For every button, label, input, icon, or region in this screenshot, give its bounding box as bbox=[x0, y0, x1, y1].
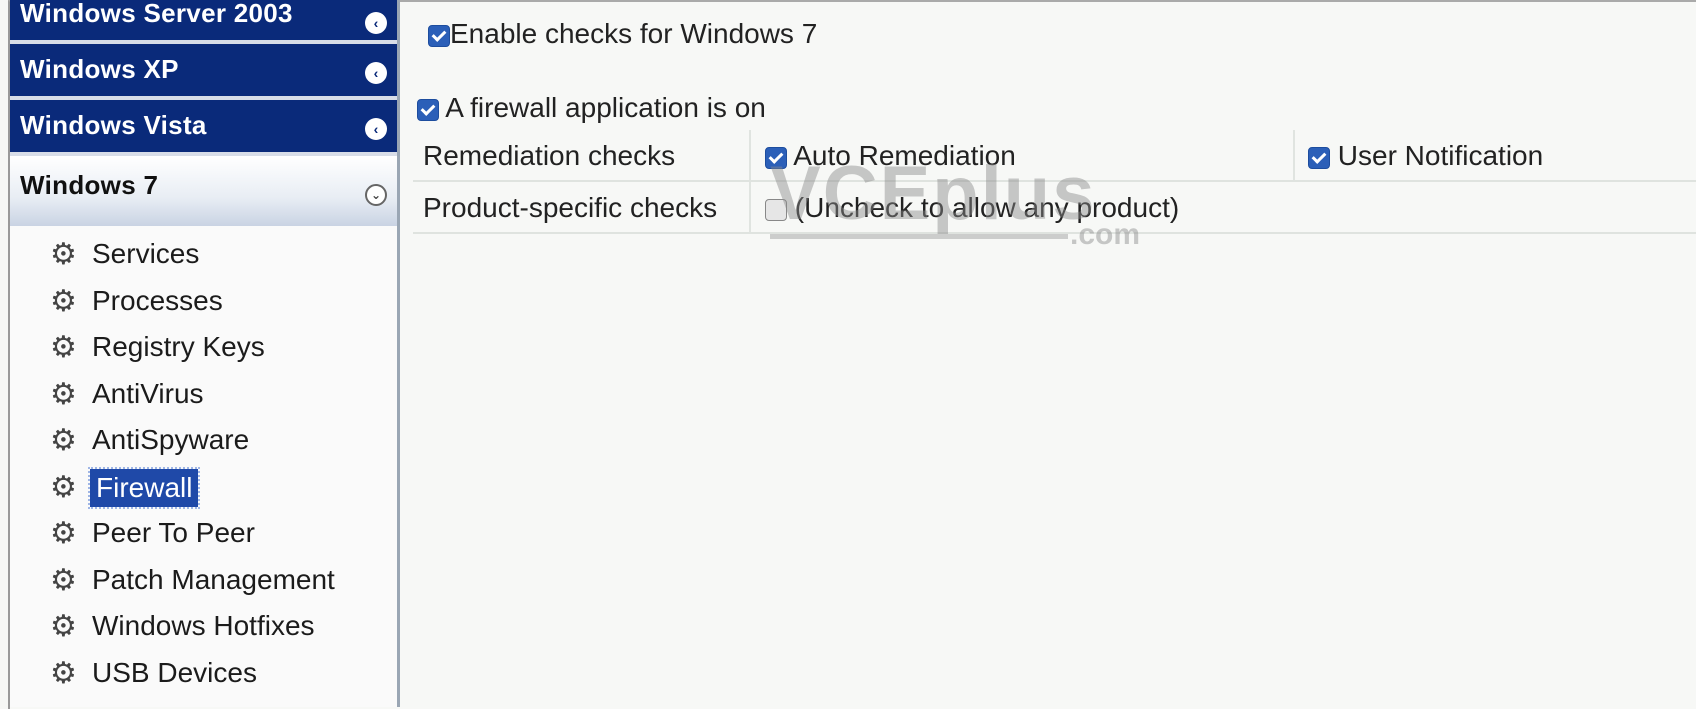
sidebar-item-usb-devices[interactable]: ⚙ USB Devices bbox=[10, 653, 397, 700]
sidebar-item-label: USB Devices bbox=[92, 656, 257, 688]
auto-remediation-checkbox[interactable] bbox=[765, 146, 787, 169]
user-notification-label: User Notification bbox=[1337, 140, 1544, 171]
expand-arrow-icon[interactable]: ‹ bbox=[365, 62, 387, 84]
os-header-windows-7[interactable]: Windows 7 ⌄ bbox=[10, 156, 397, 226]
firewall-check-options-table: Remediation checks Auto Remediation User… bbox=[413, 130, 1696, 242]
expand-arrow-icon[interactable]: ‹ bbox=[365, 118, 387, 140]
sidebar-item-registry-keys[interactable]: ⚙ Registry Keys bbox=[10, 327, 397, 374]
sidebar-item-label: Processes bbox=[92, 284, 223, 316]
gear-icon: ⚙ bbox=[50, 563, 77, 597]
gear-icon: ⚙ bbox=[50, 377, 77, 411]
gear-icon: ⚙ bbox=[50, 470, 77, 504]
firewall-settings-panel: Enable checks for Windows 7 A firewall a… bbox=[403, 0, 1696, 707]
column-divider bbox=[749, 130, 751, 180]
sidebar-item-label: Registry Keys bbox=[92, 331, 265, 362]
sidebar-item-label: AntiVirus bbox=[92, 377, 204, 409]
user-notification-option: User Notification bbox=[1308, 140, 1543, 172]
user-notification-checkbox[interactable] bbox=[1308, 146, 1330, 169]
sidebar-item-services[interactable]: ⚙ Services bbox=[10, 234, 397, 281]
sidebar-item-label: Peer To Peer bbox=[92, 517, 255, 548]
sidebar-item-antivirus[interactable]: ⚙ AntiVirus bbox=[10, 374, 397, 421]
uncheck-any-product-label: (Uncheck to allow any product) bbox=[794, 192, 1180, 223]
product-specific-checks-row: Product-specific checks (Uncheck to allo… bbox=[413, 182, 1696, 234]
remediation-checks-row: Remediation checks Auto Remediation User… bbox=[413, 130, 1696, 182]
sidebar-item-label: Windows Hotfixes bbox=[92, 610, 315, 641]
sidebar-item-windows-hotfixes[interactable]: ⚙ Windows Hotfixes bbox=[10, 606, 397, 653]
sidebar-item-peer-to-peer[interactable]: ⚙ Peer To Peer bbox=[10, 513, 397, 560]
gear-icon: ⚙ bbox=[50, 331, 77, 364]
gear-icon: ⚙ bbox=[50, 656, 77, 690]
sidebar-check-items: ⚙ Services ⚙ Processes ⚙ Registry Keys ⚙… bbox=[10, 226, 397, 699]
os-header-label: Windows Server 2003 bbox=[20, 0, 293, 28]
sidebar-item-label: AntiSpyware bbox=[92, 424, 250, 455]
uncheck-any-product-option: (Uncheck to allow any product) bbox=[765, 192, 1179, 224]
enable-checks-checkbox[interactable] bbox=[428, 24, 450, 47]
os-header-label: Windows 7 bbox=[20, 170, 159, 200]
firewall-on-label: A firewall application is on bbox=[445, 92, 766, 123]
uncheck-any-product-checkbox[interactable] bbox=[765, 198, 787, 221]
column-divider bbox=[749, 182, 751, 232]
gear-icon: ⚙ bbox=[50, 284, 77, 318]
auto-remediation-option: Auto Remediation bbox=[765, 140, 1016, 172]
firewall-on-checkbox[interactable] bbox=[417, 98, 439, 121]
firewall-on-row: A firewall application is on bbox=[417, 92, 766, 124]
enable-checks-row: Enable checks for Windows 7 bbox=[428, 18, 817, 50]
auto-remediation-label: Auto Remediation bbox=[793, 140, 1016, 171]
os-header-label: Windows XP bbox=[20, 54, 179, 84]
os-header-label: Windows Vista bbox=[20, 110, 207, 140]
os-header-windows-vista[interactable]: Windows Vista ‹ bbox=[10, 100, 397, 156]
gear-icon: ⚙ bbox=[50, 424, 77, 457]
remediation-checks-label: Remediation checks bbox=[423, 140, 676, 171]
gear-icon: ⚙ bbox=[50, 610, 77, 643]
sidebar-item-patch-management[interactable]: ⚙ Patch Management bbox=[10, 560, 397, 607]
expand-arrow-icon[interactable]: ‹ bbox=[365, 12, 387, 34]
os-sidebar: Windows Server 2003 ‹ Windows XP ‹ Windo… bbox=[10, 0, 400, 707]
gear-icon: ⚙ bbox=[50, 238, 77, 271]
product-specific-checks-label: Product-specific checks bbox=[423, 192, 718, 223]
sidebar-item-antispyware[interactable]: ⚙ AntiSpyware bbox=[10, 420, 397, 467]
collapse-arrow-icon[interactable]: ⌄ bbox=[365, 184, 387, 206]
sidebar-item-label: Patch Management bbox=[92, 563, 335, 595]
sidebar-item-label: Firewall bbox=[87, 466, 201, 509]
enable-checks-label: Enable checks for Windows 7 bbox=[450, 18, 818, 49]
sidebar-item-processes[interactable]: ⚙ Processes bbox=[10, 281, 397, 328]
os-header-windows-xp[interactable]: Windows XP ‹ bbox=[10, 44, 397, 100]
sidebar-item-label: Services bbox=[92, 238, 200, 269]
gear-icon: ⚙ bbox=[50, 517, 77, 550]
sidebar-item-firewall[interactable]: ⚙ Firewall bbox=[10, 466, 397, 514]
column-divider bbox=[1293, 130, 1295, 180]
os-header-windows-server-2003[interactable]: Windows Server 2003 ‹ bbox=[10, 0, 397, 44]
